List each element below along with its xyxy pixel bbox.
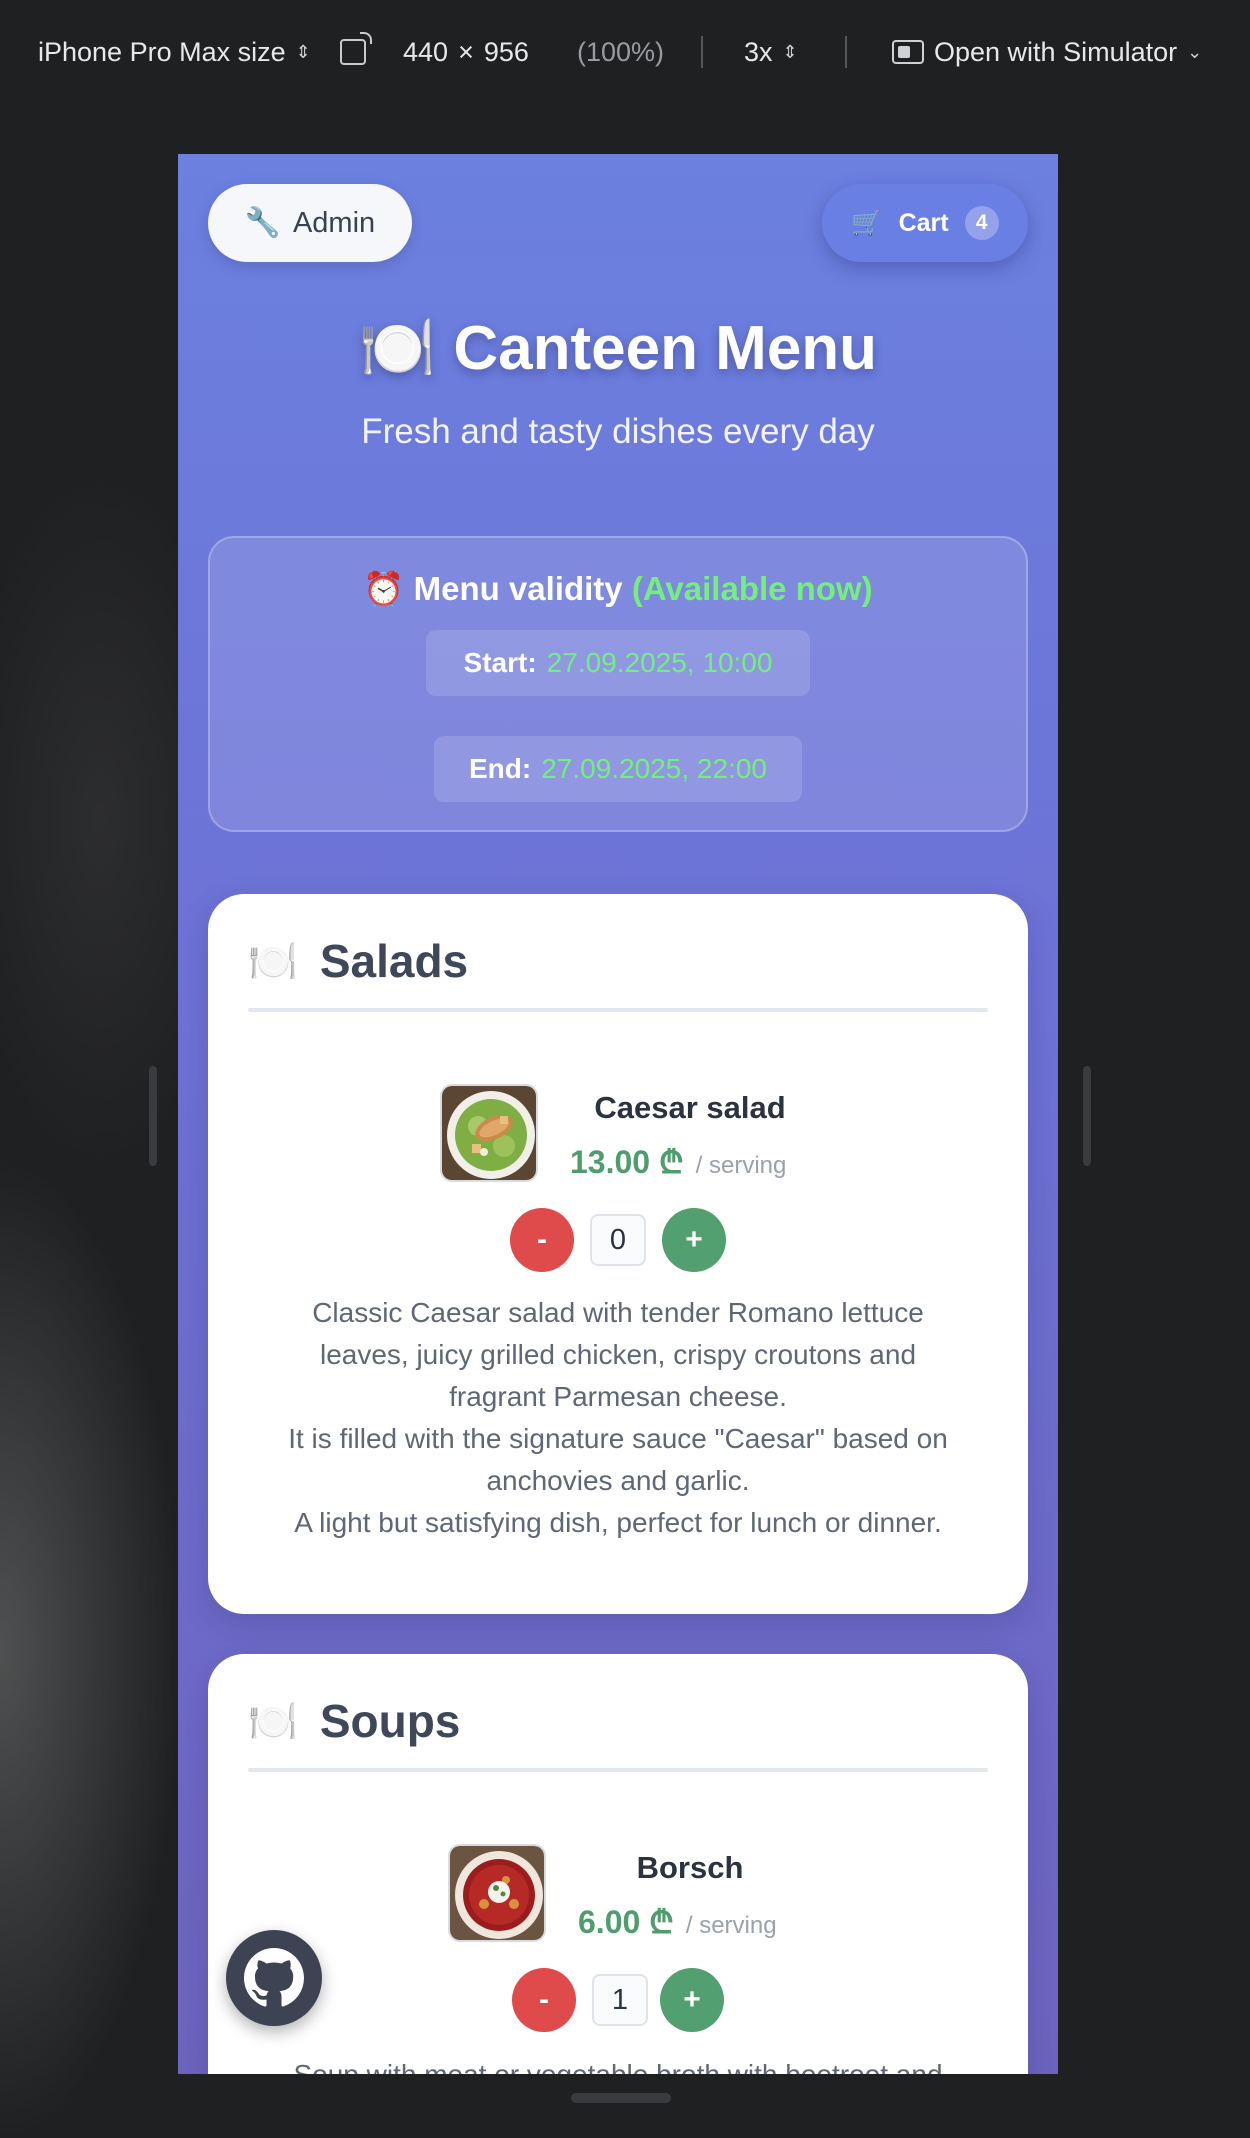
chevron-down-icon: ⌄ [1187,42,1203,62]
scale-select-label: 3x [744,36,773,67]
cart-count-badge: 4 [964,206,999,240]
dish-price-row: 6.00 ₾ / serving [578,1900,777,1943]
availability-status: (Available now) [631,570,873,607]
toolbar-divider [701,36,703,68]
decrease-quantity-button[interactable]: - [512,1968,576,2032]
description-line: anchovies and garlic. [486,1465,750,1496]
dish-image-borsch [448,1844,546,1942]
cart-icon: 🛒 [851,208,883,237]
start-date-chip: Start: 27.09.2025, 10:00 [426,630,810,696]
end-value: 27.09.2025, 22:00 [541,753,767,784]
category-heading: 🍽️ Soups [248,1694,460,1748]
dimensions-readout: 440 × 956 [403,0,529,104]
phone-viewport: 🔧 Admin 🛒 Cart 4 🍽️ Canteen Menu Fresh a… [178,154,1058,2074]
price-unit: / serving [685,1912,777,1939]
rotate-button[interactable] [340,0,372,104]
description-line: Classic Caesar salad with tender Romano … [312,1297,924,1328]
end-label: End: [469,753,532,784]
device-select-label: iPhone Pro Max size [38,36,286,67]
category-name: Soups [319,1695,461,1747]
resize-handle-right[interactable] [1083,1066,1091,1166]
dish-name: Borsch [636,1850,744,1885]
viewport-height[interactable]: 956 [484,37,529,68]
description-line: Soup with meat or vegetable broth with b… [248,2054,988,2074]
plate-icon: 🍽️ [248,939,298,984]
category-card-soups: 🍽️ Soups Borsch 6.00 ₾ / serving - 1 + [208,1654,1028,2074]
decrease-quantity-button[interactable]: - [510,1208,574,1272]
up-down-chevron-icon: ⇕ [295,42,311,62]
quantity-value: 1 [592,1974,648,2026]
validity-title: Menu validity [413,570,623,607]
github-icon [244,1948,304,2007]
end-date-chip: End: 27.09.2025, 22:00 [434,736,802,802]
device-select[interactable]: iPhone Pro Max size ⇕ [38,0,311,104]
open-with-simulator-button[interactable]: Open with Simulator ⌄ [892,0,1202,104]
dish-name: Caesar salad [594,1090,786,1125]
plate-icon: 🍽️ [248,1699,298,1744]
category-divider [248,1008,988,1012]
dish-image-caesar-salad [440,1084,538,1182]
times-sign: × [458,36,474,67]
page-title: 🍽️ Canteen Menu [358,314,878,383]
dish-description: Classic Caesar salad with tender Romano … [248,1292,988,1544]
cart-label: Cart [898,208,949,237]
device-toolbar: iPhone Pro Max size ⇕ 440 × 956 (100%) 3… [0,0,1250,104]
alarm-clock-icon: ⏰ [363,570,405,607]
description-line: fragrant Parmesan cheese. [449,1381,787,1412]
open-with-simulator-label: Open with Simulator [934,36,1178,67]
validity-heading: ⏰ Menu validity (Available now) [210,570,1026,609]
rotate-icon [340,32,372,65]
dish-price: 13.00 ₾ [570,1144,684,1180]
start-value: 27.09.2025, 10:00 [546,647,773,678]
category-card-salads: 🍽️ Salads Caesar salad 13.00 ₾ / serving… [208,894,1028,1614]
start-label: Start: [463,647,537,678]
zoom-level: (100%) [577,36,665,67]
description-line: It is filled with the signature sauce "C… [288,1423,948,1454]
resize-handle-bottom[interactable] [571,2093,671,2103]
admin-button[interactable]: 🔧 Admin [208,184,412,262]
category-divider [248,1768,988,1772]
quantity-value: 0 [590,1214,646,1266]
browser-device-preview: iPhone Pro Max size ⇕ 440 × 956 (100%) 3… [0,0,1250,2138]
scale-select[interactable]: 3x ⇕ [744,0,798,104]
dish-price: 6.00 ₾ [578,1904,674,1940]
description-line: leaves, juicy grilled chicken, crispy cr… [319,1339,917,1370]
increase-quantity-button[interactable]: + [662,1208,726,1272]
dish-description: Soup with meat or vegetable broth with b… [248,2054,988,2074]
price-unit: / serving [695,1152,787,1179]
description-line: A light but satisfying dish, perfect for… [294,1507,942,1538]
category-name: Salads [319,935,469,987]
dish-price-row: 13.00 ₾ / serving [570,1140,786,1183]
menu-validity-panel: ⏰ Menu validity (Available now) Start: 2… [208,536,1028,832]
simulator-icon [892,40,924,64]
cart-button[interactable]: 🛒 Cart 4 [822,184,1028,262]
category-heading: 🍽️ Salads [248,934,468,988]
resize-handle-left[interactable] [149,1066,157,1166]
wrench-icon: 🔧 [244,207,281,239]
page-subtitle: Fresh and tasty dishes every day [361,412,875,451]
github-button[interactable] [226,1930,322,2026]
admin-label: Admin [292,206,376,239]
increase-quantity-button[interactable]: + [660,1968,724,2032]
viewport-width[interactable]: 440 [403,37,448,68]
toolbar-divider [845,36,847,68]
up-down-chevron-icon: ⇕ [782,42,798,62]
